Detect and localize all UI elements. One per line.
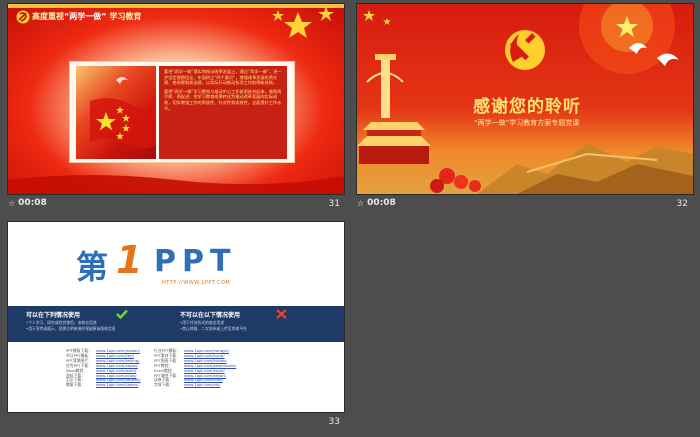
link-list-left: PPT模板下载： www.1ppt.com/moban/ 节日PPT模板： www.… (66, 348, 141, 388)
usage-bar: 可以在下列情况使用 •个人学习、研究或欣赏使用，非商业用途 •用于宣传或展示，但… (8, 306, 344, 342)
link-row: 字体下载： www.1ppt.com/ziti/ (154, 382, 221, 388)
thanks-title: 感谢您的聆听 (473, 97, 581, 117)
header-decoration (8, 4, 344, 38)
logo-char-di: 第 (76, 248, 109, 286)
slide-thumbnail-32[interactable]: 感谢您的聆听 “两学一做”学习教育方案专题党课 (356, 3, 694, 195)
resource-link[interactable]: www.1ppt.com/jiaoan/ (96, 382, 138, 388)
text-box: 要把“两学一做”落实到推动改革发展上，通过“两学一做”，进一步坚定理想信念，牢固… (159, 66, 287, 159)
timer-icon: ☆ (8, 198, 16, 208)
hammer-sickle-icon (505, 30, 545, 70)
logo-text-ppt: PPT (154, 244, 237, 279)
slide-32-timer: ☆ 00:08 (357, 198, 396, 208)
flag-image (76, 66, 156, 159)
cross-icon (276, 309, 287, 319)
slide-number-32: 32 (676, 199, 688, 209)
link-row: 教案下载： www.1ppt.com/jiaoan/ (66, 382, 139, 388)
check-icon (116, 309, 128, 319)
slide-number-33: 33 (328, 417, 340, 427)
link-list-right: 行业PPT模板： www.1ppt.com/hangye/ PPT素材下载： www… (154, 348, 236, 388)
logo-url: HTTP://WWW.1PPT.COM (162, 280, 231, 286)
star-icon (284, 12, 312, 38)
allowed-line-2: •用于宣传或展示，但需注明来源并保留原始版权信息 (26, 326, 116, 331)
timer-value: 00:08 (367, 198, 396, 208)
slide-title: 高度重视“两学一做” 学习教育 (32, 11, 142, 22)
title-suffix: 学习教育 (109, 12, 142, 21)
allowed-heading: 可以在下列情况使用 (26, 312, 81, 319)
slide-number-31: 31 (328, 199, 340, 209)
resource-link[interactable]: www.1ppt.com/ziti/ (184, 382, 220, 388)
slide-thumbnail-31[interactable]: 高度重视“两学一做” 学习教育 要把“两学一做”落实到推动改革发展上，通过“两学一… (7, 3, 345, 195)
denied-heading: 不可以在以下情况使用 (180, 312, 241, 319)
party-emblem-icon (16, 10, 30, 24)
slide-thumbnail-33[interactable]: 第 1 PPT HTTP://WWW.1PPT.COM 可以在下列情况使用 •个… (7, 221, 345, 413)
star-icon (318, 6, 334, 21)
site-logo: 第 1 PPT HTTP://WWW.1PPT.COM (76, 238, 276, 290)
star-icon (272, 10, 284, 21)
title-quote: “两学一做” (64, 12, 107, 21)
denied-line-1: •用于任何形式的商业用途 (180, 320, 225, 325)
closing-subtitle: “两学一做”学习教育方案专题党课 (474, 119, 580, 127)
slide-31-timer: ☆ 00:08 (8, 198, 47, 208)
timer-icon: ☆ (357, 198, 365, 208)
title-prefix: 高度重视 (32, 12, 64, 21)
timer-value: 00:08 (18, 198, 47, 208)
paragraph-1: 要把“两学一做”落实到推动改革发展上，通过“两学一做”，进一步坚定理想信念，牢固… (164, 69, 282, 86)
bottom-wave-decoration (8, 175, 344, 194)
paragraph-2: 要把“两学一做”学习教育与推动中心工作紧密结合起来，做到两手抓、两促进，把学习教… (164, 88, 282, 111)
logo-char-one: 1 (116, 238, 143, 282)
denied-line-2: •禁止转载、二次发布或上传至其他平台 (180, 326, 247, 331)
allowed-line-1: •个人学习、研究或欣赏使用，非商业用途 (26, 320, 97, 325)
flag-icon (90, 77, 156, 149)
